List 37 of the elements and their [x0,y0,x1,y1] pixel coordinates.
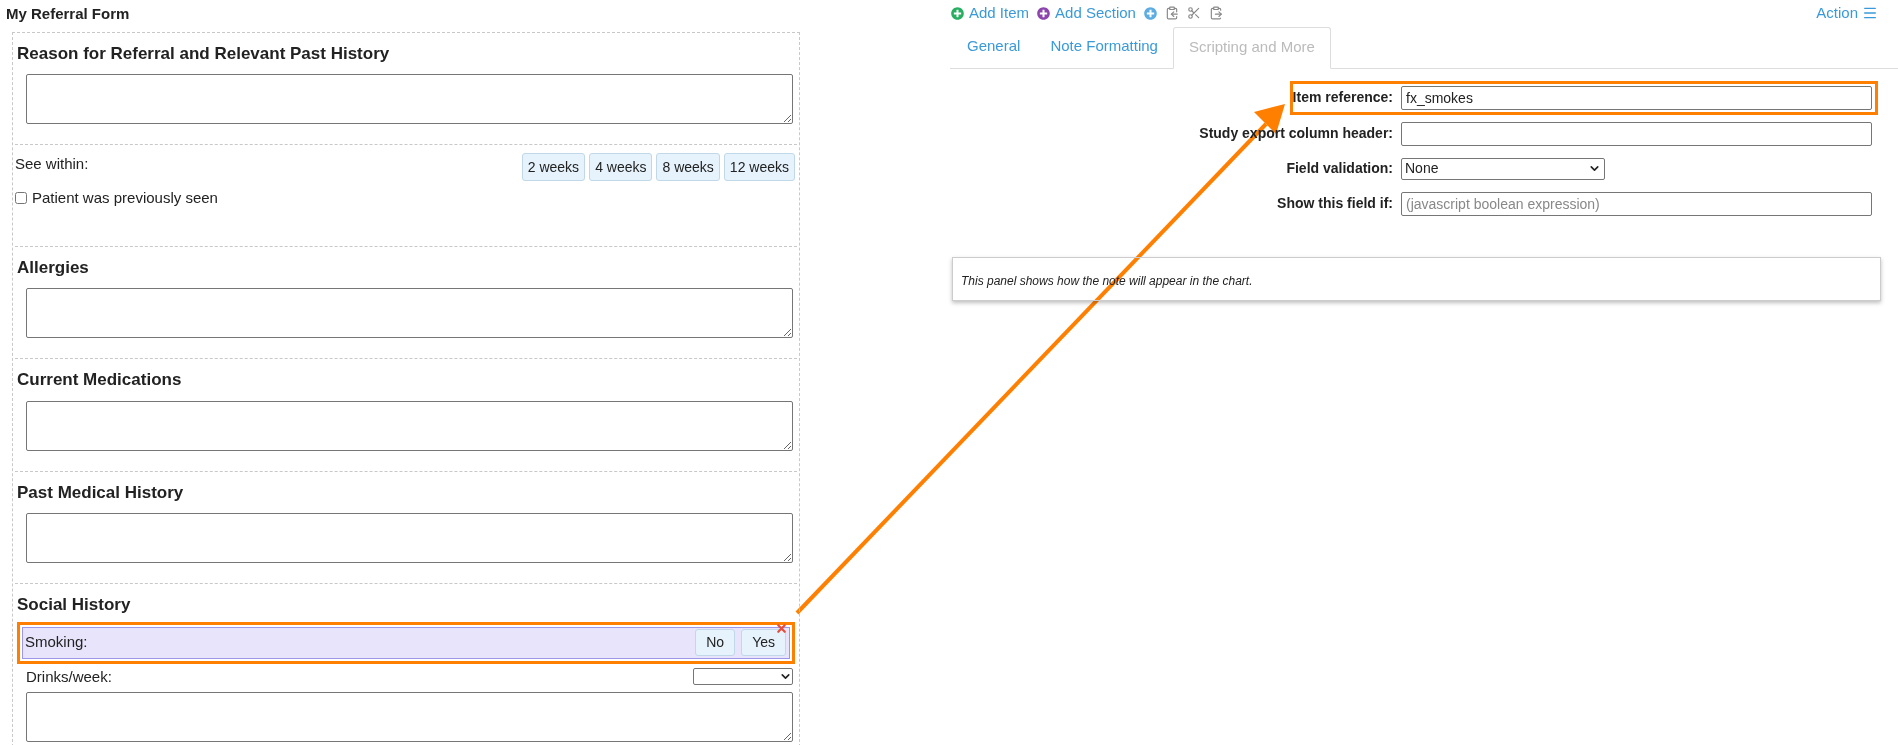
form-title: My Referral Form [6,4,131,24]
option-button[interactable]: 8 weeks [656,153,720,181]
option-button[interactable]: 2 weeks [521,153,586,181]
option-button[interactable]: 4 weeks [589,153,653,181]
dropdown[interactable] [693,668,793,686]
checkbox-label: Patient was previously seen [32,188,218,208]
text-input[interactable] [1401,121,1872,146]
paste-icon[interactable] [1208,6,1223,21]
delete-icon[interactable] [775,621,788,635]
text-input[interactable]: fx_smokes [1401,85,1872,110]
dropdown-value: None [1405,159,1439,178]
text-area[interactable] [26,692,793,742]
text-area[interactable] [26,400,793,451]
add-icon[interactable] [1143,6,1157,20]
section-heading: Past Medical History [17,481,185,504]
field-label: See within: [15,154,89,174]
section-heading: Current Medications [17,369,183,391]
text-area[interactable] [26,288,793,338]
option-button[interactable]: 12 weeks [723,153,795,181]
scissors-icon[interactable] [1186,6,1201,21]
section-heading: Reason for Referral and Relevant Past History [17,42,391,65]
option-button[interactable]: Yes [741,629,786,656]
text-area[interactable] [26,513,793,563]
checkbox[interactable] [15,192,27,205]
clipboard-icon[interactable] [1164,6,1179,21]
field-label: Smoking: [25,632,88,653]
section-heading: Social History [17,594,132,616]
selected-item-row[interactable]: Smoking: No Yes [22,626,790,659]
option-button[interactable]: No [695,629,736,656]
field-label: Drinks/week: [26,666,112,687]
field-label: Field validation: [1285,159,1393,178]
dropdown[interactable]: None [1401,157,1605,180]
section-heading: Allergies [17,256,90,279]
text-input[interactable]: (javascript boolean expression) [1401,191,1872,216]
text-area[interactable] [26,74,793,124]
field-label: Show this field if: [1276,194,1393,213]
field-label: Item reference: [1291,88,1393,107]
